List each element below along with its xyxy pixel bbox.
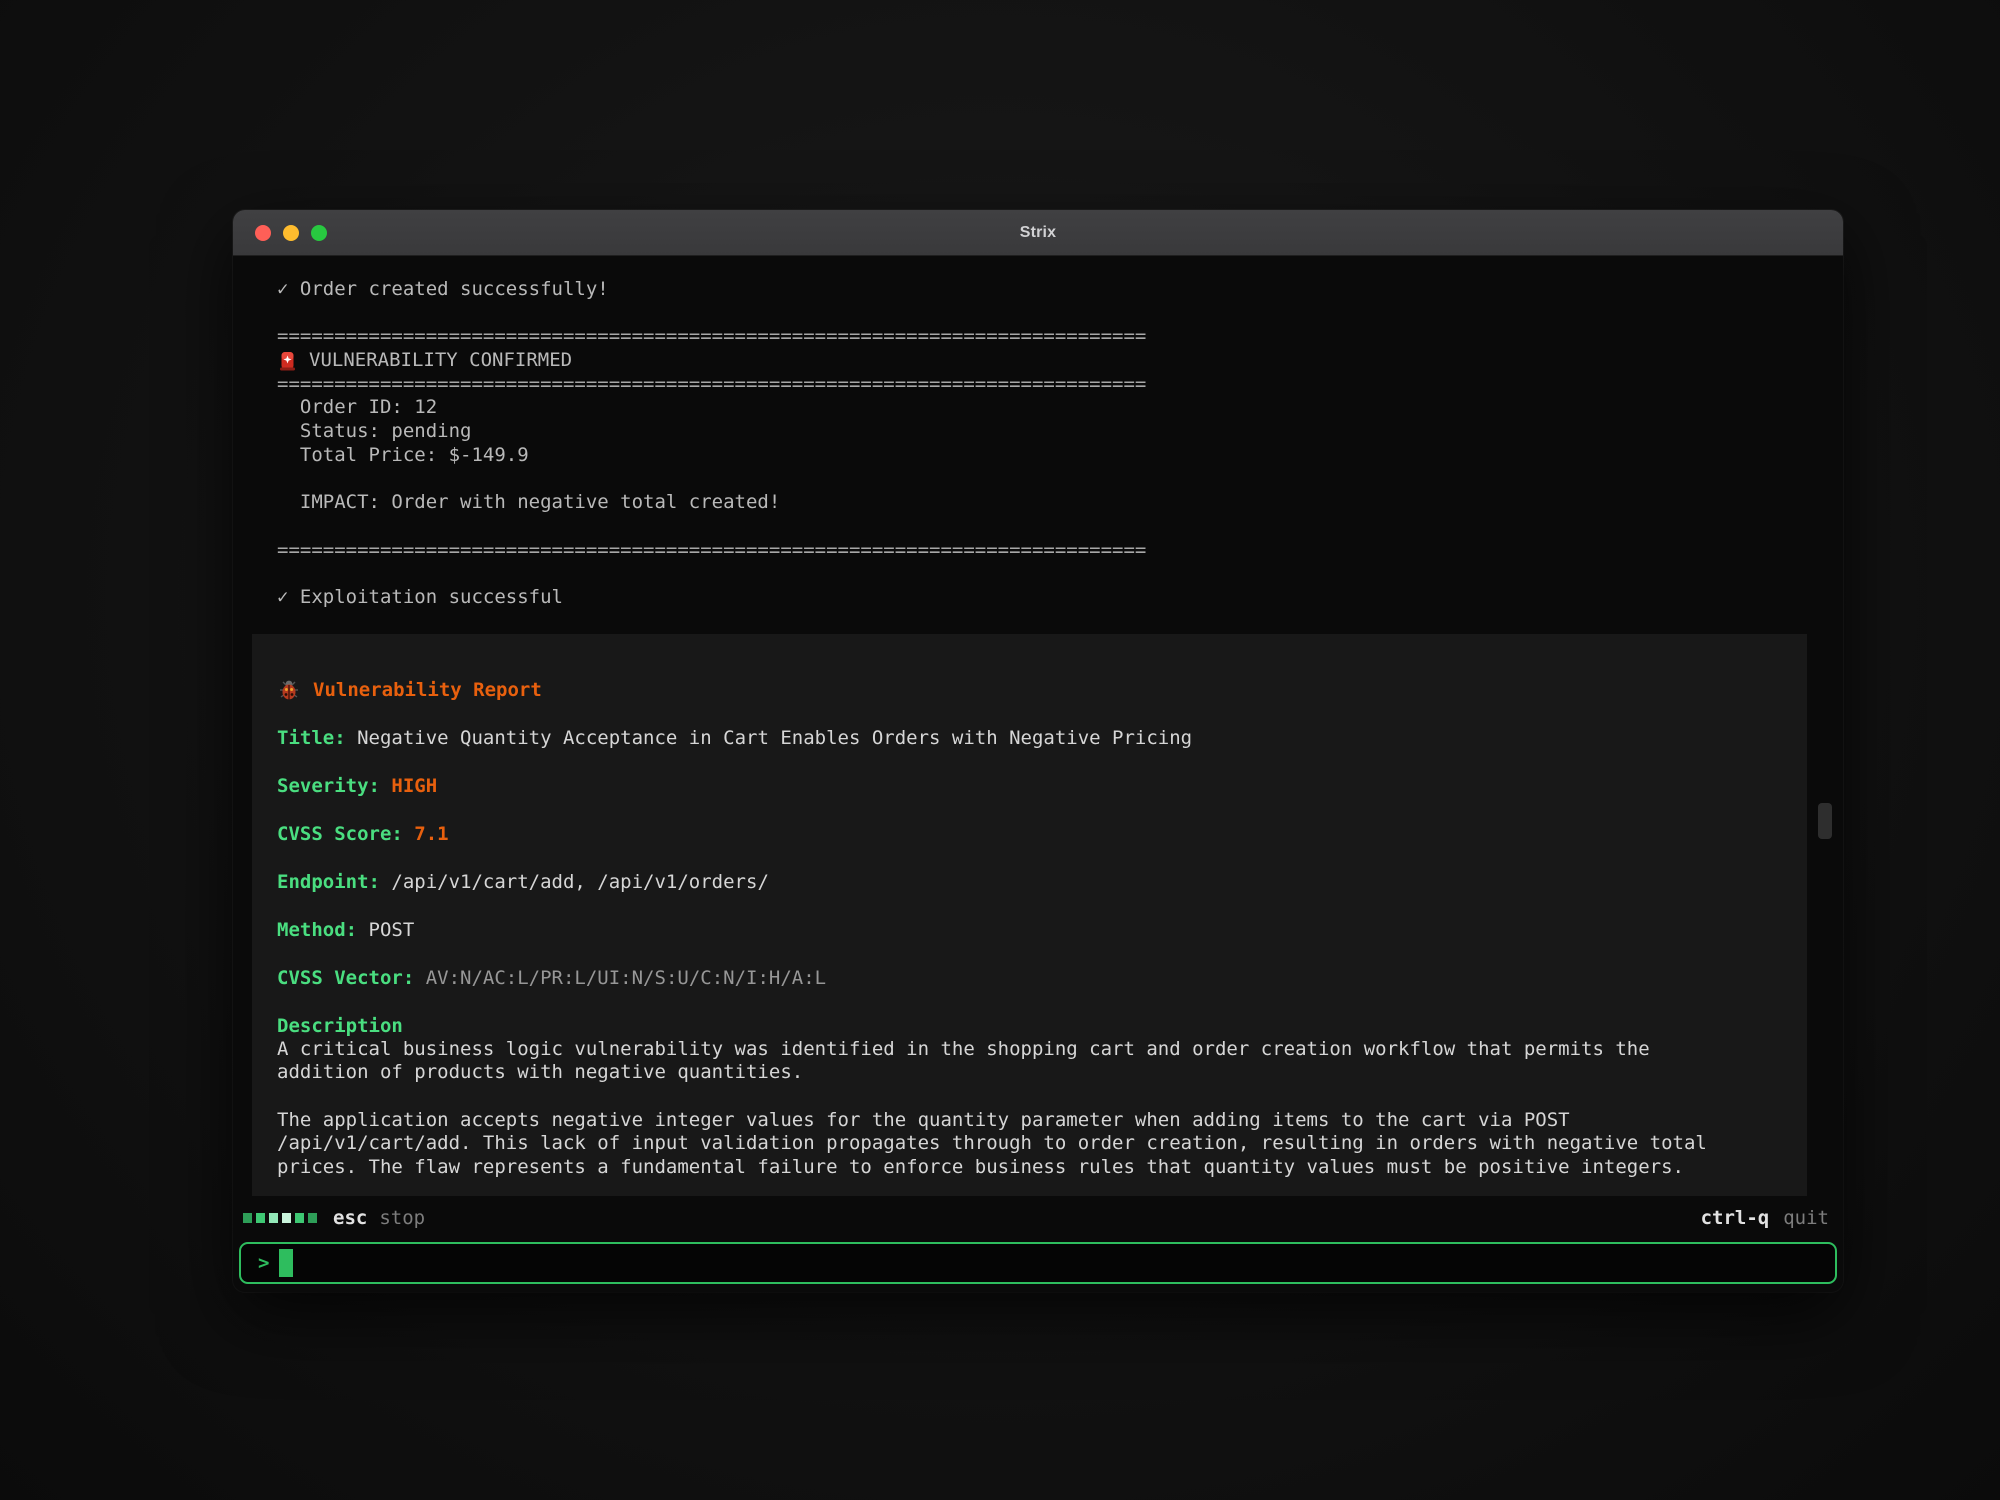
status-bar: esc stop ctrl-q quit xyxy=(233,1196,1843,1240)
report-field: CVSS Vector: AV:N/AC:L/PR:L/UI:N/S:U/C:N… xyxy=(277,966,1782,990)
field-value: POST xyxy=(357,919,414,941)
field-value: 7.1 xyxy=(403,823,449,845)
strix-window: Strix ✓ Order created successfully! =====… xyxy=(233,210,1843,1292)
report-field: Method: POST xyxy=(277,918,1782,942)
quit-action-label: quit xyxy=(1783,1207,1829,1229)
esc-action-label: stop xyxy=(379,1207,425,1229)
window-titlebar[interactable]: Strix xyxy=(233,210,1843,256)
siren-icon xyxy=(277,350,301,372)
spinner-blocks-icon xyxy=(243,1213,317,1223)
statusbar-left: esc stop xyxy=(243,1207,425,1229)
window-title: Strix xyxy=(233,224,1843,242)
log-line xyxy=(277,302,1843,326)
field-label: Endpoint: xyxy=(277,871,380,893)
vulnerability-report-panel: Vulnerability Report Title: Negative Qua… xyxy=(252,634,1807,1196)
field-label: Method: xyxy=(277,919,357,941)
log-line: Total Price: $-149.9 xyxy=(277,444,1843,468)
report-header: Vulnerability Report xyxy=(277,678,1782,702)
report-title: Vulnerability Report xyxy=(313,678,542,702)
field-value: Negative Quantity Acceptance in Cart Ena… xyxy=(346,727,1192,749)
field-label: Severity: xyxy=(277,775,380,797)
field-value: HIGH xyxy=(380,775,437,797)
command-input[interactable]: > xyxy=(239,1242,1837,1284)
terminal-output: ✓ Order created successfully! ===========… xyxy=(233,256,1843,1196)
quit-key-hint: ctrl-q xyxy=(1701,1207,1770,1229)
field-label: Title: xyxy=(277,727,346,749)
log-line xyxy=(277,562,1843,586)
bug-icon xyxy=(277,678,303,702)
field-value: AV:N/AC:L/PR:L/UI:N/S:U/C:N/I:H/A:L xyxy=(414,967,826,989)
description-paragraphs: A critical business logic vulnerability … xyxy=(277,1038,1782,1180)
traffic-lights xyxy=(255,210,327,255)
separator-line: ========================================… xyxy=(277,373,1843,397)
esc-key-hint: esc xyxy=(333,1207,367,1229)
alert-header: VULNERABILITY CONFIRMED xyxy=(277,349,1843,373)
separator-line: ========================================… xyxy=(277,325,1843,349)
report-fields: Title: Negative Quantity Acceptance in C… xyxy=(277,726,1782,990)
log-line: IMPACT: Order with negative total create… xyxy=(277,491,1843,515)
status-line: ✓ Order created successfully! xyxy=(277,278,1843,302)
field-label: CVSS Vector: xyxy=(277,967,414,989)
scrollbar-thumb[interactable] xyxy=(1818,803,1832,839)
terminal-log: ✓ Order created successfully! ===========… xyxy=(233,256,1843,610)
separator-line: ========================================… xyxy=(277,539,1843,563)
status-line: ✓ Exploitation successful xyxy=(277,586,1843,610)
prompt-symbol: > xyxy=(258,1252,269,1274)
field-value: /api/v1/cart/add, /api/v1/orders/ xyxy=(380,871,769,893)
close-button[interactable] xyxy=(255,225,271,241)
report-field: Endpoint: /api/v1/cart/add, /api/v1/orde… xyxy=(277,870,1782,894)
field-label: CVSS Score: xyxy=(277,823,403,845)
description-heading: Description xyxy=(277,1014,1782,1038)
report-field: Title: Negative Quantity Acceptance in C… xyxy=(277,726,1782,750)
minimize-button[interactable] xyxy=(283,225,299,241)
log-line: Status: pending xyxy=(277,420,1843,444)
description-paragraph: The application accepts negative integer… xyxy=(277,1109,1737,1180)
report-field: CVSS Score: 7.1 xyxy=(277,822,1782,846)
statusbar-right: ctrl-q quit xyxy=(1701,1207,1829,1229)
log-line xyxy=(277,468,1843,492)
log-line: Order ID: 12 xyxy=(277,396,1843,420)
description-paragraph: A critical business logic vulnerability … xyxy=(277,1038,1737,1085)
report-field: Severity: HIGH xyxy=(277,774,1782,798)
log-line xyxy=(277,515,1843,539)
text-cursor xyxy=(279,1249,293,1277)
zoom-button[interactable] xyxy=(311,225,327,241)
